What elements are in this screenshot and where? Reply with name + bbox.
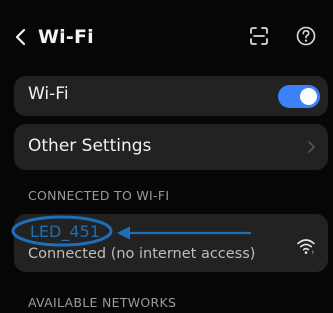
wifi-toggle-row[interactable]: Wi-Fi (14, 76, 328, 116)
wifi-toggle-label: Wi-Fi (28, 84, 69, 104)
wifi-signal-icon: ! (297, 239, 315, 256)
chevron-left-icon (15, 28, 26, 46)
other-settings-row[interactable]: Other Settings (14, 124, 328, 170)
toggle-knob (300, 88, 317, 105)
other-settings-label: Other Settings (28, 136, 152, 156)
svg-text:!: ! (312, 251, 314, 256)
connected-section-label: CONNECTED TO WI-FI (28, 188, 170, 203)
available-section-label: AVAILABLE NETWORKS (28, 295, 177, 310)
scan-button[interactable] (248, 25, 270, 47)
page-title: Wi-Fi (38, 26, 94, 48)
network-status: Connected (no internet access) (28, 246, 256, 262)
scan-icon (250, 27, 268, 45)
chevron-right-icon (308, 141, 315, 153)
header-bar: Wi-Fi (0, 0, 333, 76)
help-icon (296, 26, 316, 46)
network-ssid: LED_451 (30, 222, 100, 241)
connected-network-row[interactable]: LED_451 Connected (no internet access) ! (14, 214, 328, 272)
back-button[interactable]: Wi-Fi (14, 20, 124, 54)
help-button[interactable] (295, 25, 317, 47)
wifi-toggle-switch[interactable] (278, 85, 320, 108)
